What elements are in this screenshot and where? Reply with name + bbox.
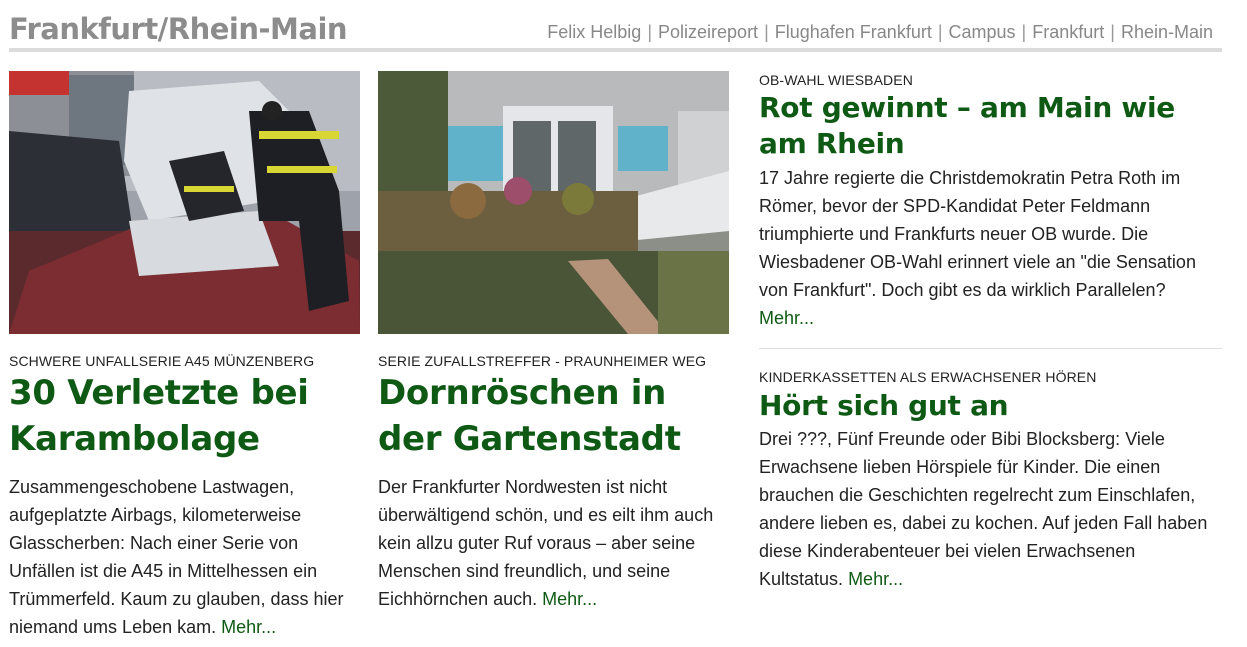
nav-link-rhein-main[interactable]: Rhein-Main bbox=[1121, 22, 1213, 42]
top-navigation: Felix Helbig | Polizeireport | Flughafen Fra… bbox=[547, 22, 1213, 43]
article-headline[interactable]: 30 Verletzte bei Karambolage bbox=[9, 370, 360, 462]
accident-photo[interactable] bbox=[9, 71, 360, 334]
nav-link-felix-helbig[interactable]: Felix Helbig bbox=[547, 22, 641, 42]
article-teaser: Zusammengeschobene Lastwagen, aufgeplatz… bbox=[9, 473, 364, 641]
article-kicker: Kinderkassetten als Erwachsener hören bbox=[759, 369, 1097, 385]
teaser-text: Zusammengeschobene Lastwagen, aufgeplatz… bbox=[9, 477, 344, 637]
nav-separator: | bbox=[937, 22, 943, 42]
more-link[interactable]: Mehr... bbox=[848, 569, 903, 589]
article-headline[interactable]: Rot gewinnt – am Main wie am Rhein bbox=[759, 90, 1219, 162]
garden-house-photo[interactable] bbox=[378, 71, 729, 334]
teaser-text: 17 Jahre regierte die Christdemokratin P… bbox=[759, 168, 1196, 300]
nav-link-polizeireport[interactable]: Polizeireport bbox=[658, 22, 758, 42]
nav-separator: | bbox=[647, 22, 653, 42]
article-kicker: Serie Zufallstreffer - Praunheimer Weg bbox=[378, 353, 707, 369]
teaser-text: Drei ???, Fünf Freunde oder Bibi Blocksb… bbox=[759, 429, 1208, 589]
section-title[interactable]: Frankfurt/Rhein-Main bbox=[9, 12, 348, 46]
more-link[interactable]: Mehr... bbox=[759, 308, 814, 328]
article-teaser: Drei ???, Fünf Freunde oder Bibi Blocksb… bbox=[759, 425, 1221, 593]
nav-separator: | bbox=[1021, 22, 1027, 42]
article-headline[interactable]: Dornröschen in der Gartenstadt bbox=[378, 370, 729, 462]
article-kicker: OB-Wahl Wiesbaden bbox=[759, 72, 913, 88]
section-header: Frankfurt/Rhein-Main Felix Helbig | Polize… bbox=[9, 10, 1222, 52]
article-divider bbox=[759, 348, 1222, 349]
article-kicker: Schwere Unfallserie A45 Münzenberg bbox=[9, 353, 315, 369]
nav-link-frankfurt[interactable]: Frankfurt bbox=[1032, 22, 1104, 42]
article-headline[interactable]: Hört sich gut an bbox=[759, 388, 1219, 424]
nav-separator: | bbox=[764, 22, 769, 42]
more-link[interactable]: Mehr... bbox=[542, 589, 597, 609]
nav-link-flughafen-frankfurt[interactable]: Flughafen Frankfurt bbox=[775, 22, 932, 42]
article-teaser: Der Frankfurter Nordwesten ist nicht übe… bbox=[378, 473, 734, 613]
more-link[interactable]: Mehr... bbox=[221, 617, 276, 637]
nav-separator: | bbox=[1110, 22, 1115, 42]
nav-link-campus[interactable]: Campus bbox=[949, 22, 1016, 42]
article-teaser: 17 Jahre regierte die Christdemokratin P… bbox=[759, 164, 1221, 332]
